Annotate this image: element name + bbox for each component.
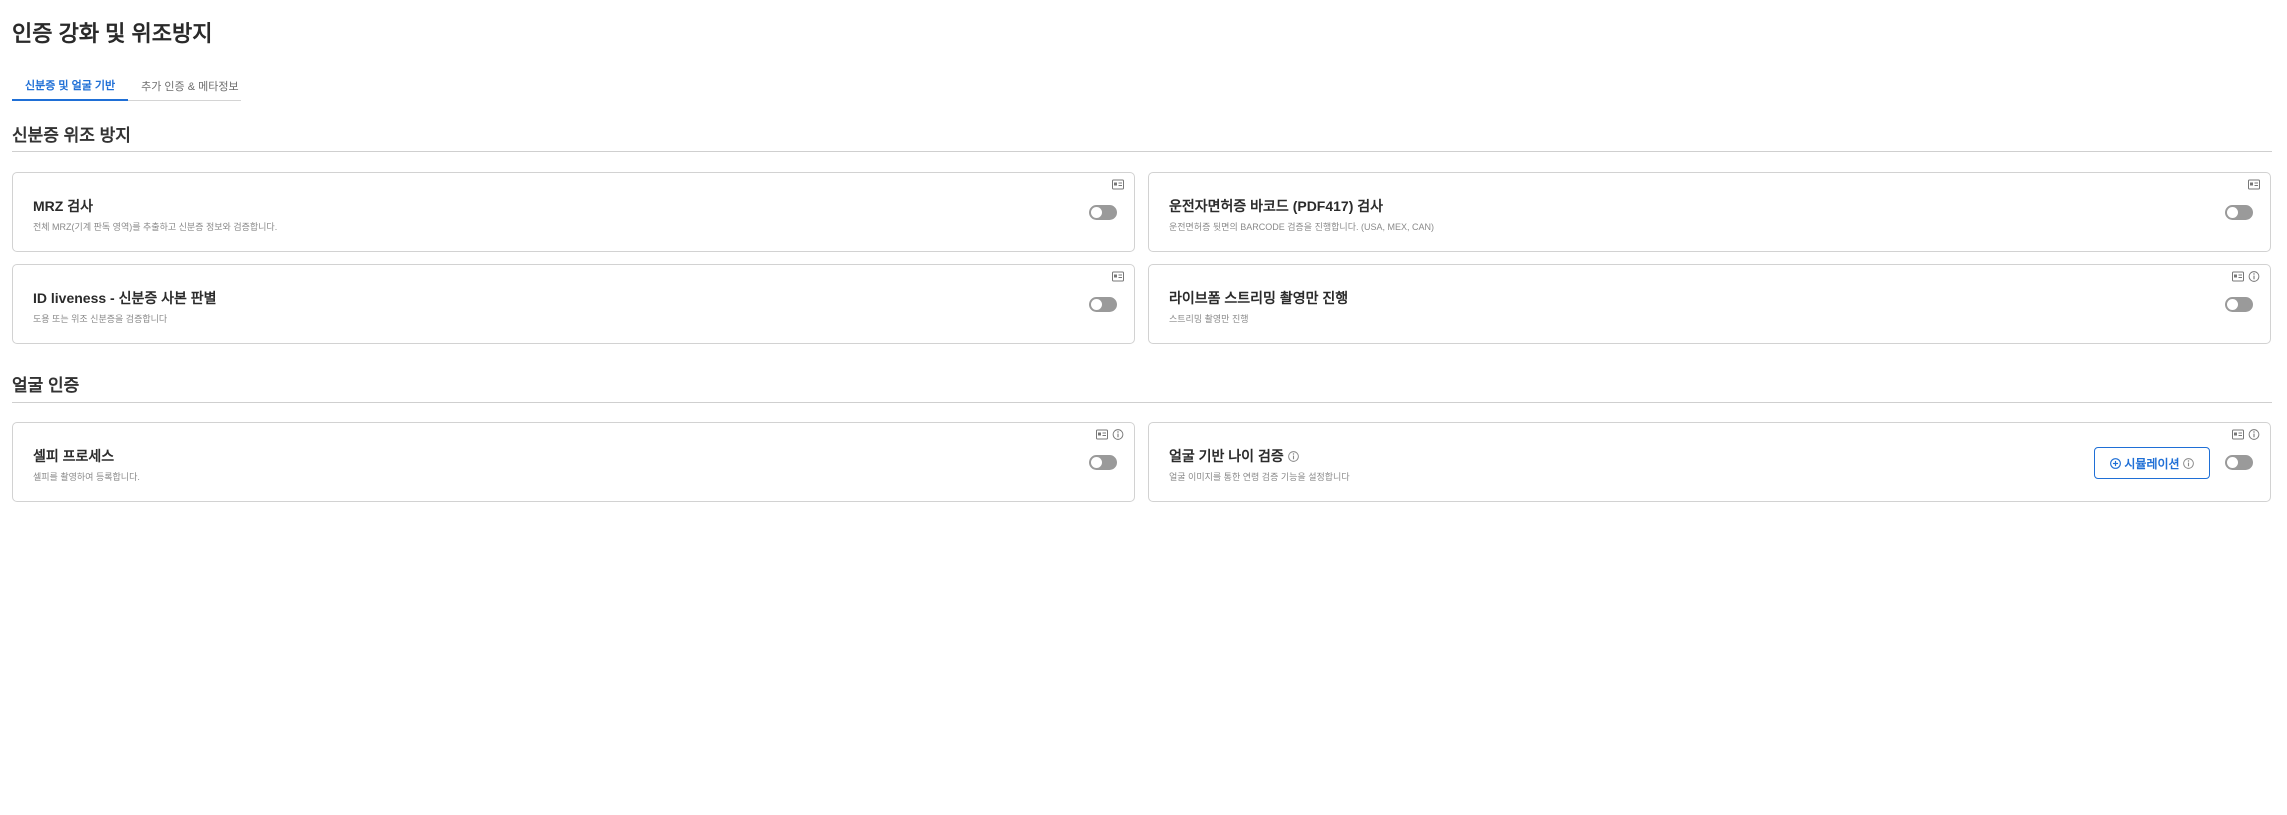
card-description: 전체 MRZ(기계 판독 영역)를 추출하고 신분증 정보와 검증합니다. xyxy=(33,222,278,232)
simulation-button-label: 시뮬레이션 xyxy=(2124,456,2180,471)
card-title-text: ID liveness - 신분증 사본 판별 xyxy=(33,290,217,306)
card-title-text: MRZ 검사 xyxy=(33,198,93,214)
id-card-icon xyxy=(2248,179,2260,190)
card-badges xyxy=(1112,179,1124,190)
mrz-toggle[interactable] xyxy=(1089,205,1117,220)
section-divider xyxy=(12,151,2272,152)
card-description: 셀피를 촬영하여 등록합니다. xyxy=(33,472,140,482)
info-icon xyxy=(2182,457,2194,469)
toggle-knob xyxy=(2227,299,2238,310)
card-age-verification: 얼굴 기반 나이 검증 얼굴 이미지를 통한 연령 검증 기능을 설정합니다 시… xyxy=(1148,422,2271,502)
card-title: 운전자면허증 바코드 (PDF417) 검사 xyxy=(1169,196,1383,216)
page-title: 인증 강화 및 위조방지 xyxy=(12,21,213,46)
card-title: MRZ 검사 xyxy=(33,196,93,216)
tab-bar: 신분증 및 얼굴 기반 추가 인증 & 메타정보 xyxy=(12,70,241,101)
age-verification-toggle[interactable] xyxy=(2225,455,2253,470)
card-title-text: 라이브폼 스트리밍 촬영만 진행 xyxy=(1169,290,1349,306)
card-badges xyxy=(1096,429,1124,440)
toggle-knob xyxy=(1091,457,1102,468)
simulation-button[interactable]: 시뮬레이션 xyxy=(2094,447,2210,479)
id-card-icon xyxy=(2232,271,2244,282)
card-title: ID liveness - 신분증 사본 판별 xyxy=(33,288,217,308)
toggle-knob xyxy=(2227,207,2238,218)
live-stream-toggle[interactable] xyxy=(2225,297,2253,312)
toggle-knob xyxy=(1091,299,1102,310)
card-live-stream: 라이브폼 스트리밍 촬영만 진행 스트리밍 촬영만 진행 xyxy=(1148,264,2271,344)
id-card-icon xyxy=(1096,429,1108,440)
info-icon[interactable] xyxy=(2248,429,2260,440)
card-selfie: 셀피 프로세스 셀피를 촬영하여 등록합니다. xyxy=(12,422,1135,502)
card-title: 셀피 프로세스 xyxy=(33,446,114,466)
card-description: 스트리밍 촬영만 진행 xyxy=(1169,314,1249,324)
card-title-text: 셀피 프로세스 xyxy=(33,448,115,464)
id-card-icon xyxy=(1112,179,1124,190)
card-description: 얼굴 이미지를 통한 연령 검증 기능을 설정합니다 xyxy=(1169,472,1350,482)
tab-id-face[interactable]: 신분증 및 얼굴 기반 xyxy=(12,70,129,101)
card-badges xyxy=(2232,429,2260,440)
card-badges xyxy=(2248,179,2260,190)
tab-extra-auth[interactable]: 추가 인증 & 메타정보 xyxy=(128,70,251,101)
card-description: 도용 또는 위조 신분증을 검증합니다 xyxy=(33,314,168,324)
page: 인증 강화 및 위조방지 신분증 및 얼굴 기반 추가 인증 & 메타정보 신분… xyxy=(0,0,2287,815)
card-title: 얼굴 기반 나이 검증 xyxy=(1169,446,1299,466)
barcode-toggle[interactable] xyxy=(2225,205,2253,220)
selfie-toggle[interactable] xyxy=(1089,455,1117,470)
card-title-text: 얼굴 기반 나이 검증 xyxy=(1169,448,1284,464)
id-card-icon xyxy=(1112,271,1124,282)
card-title-text: 운전자면허증 바코드 (PDF417) 검사 xyxy=(1169,198,1384,214)
plus-circle-icon xyxy=(2110,457,2122,469)
card-id-liveness: ID liveness - 신분증 사본 판별 도용 또는 위조 신분증을 검증… xyxy=(12,264,1135,344)
id-card-icon xyxy=(2232,429,2244,440)
card-description: 운전면허증 뒷면의 BARCODE 검증을 진행합니다. (USA, MEX, … xyxy=(1169,222,1434,232)
card-mrz: MRZ 검사 전체 MRZ(기계 판독 영역)를 추출하고 신분증 정보와 검증… xyxy=(12,172,1135,252)
toggle-knob xyxy=(1091,207,1102,218)
section-title-id-forgery: 신분증 위조 방지 xyxy=(12,126,131,145)
info-icon[interactable] xyxy=(1287,450,1299,462)
card-title: 라이브폼 스트리밍 촬영만 진행 xyxy=(1169,288,1348,308)
card-barcode: 운전자면허증 바코드 (PDF417) 검사 운전면허증 뒷면의 BARCODE… xyxy=(1148,172,2271,252)
card-badges xyxy=(1112,271,1124,282)
id-liveness-toggle[interactable] xyxy=(1089,297,1117,312)
info-icon[interactable] xyxy=(1112,429,1124,440)
section-divider xyxy=(12,402,2272,403)
section-title-face: 얼굴 인증 xyxy=(12,376,80,395)
toggle-knob xyxy=(2227,457,2238,468)
info-icon[interactable] xyxy=(2248,271,2260,282)
card-badges xyxy=(2232,271,2260,282)
